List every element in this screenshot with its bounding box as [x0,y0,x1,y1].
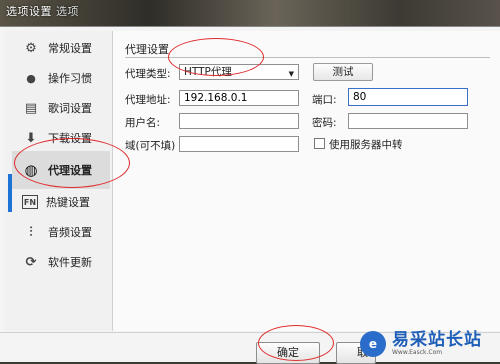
proxy-settings-panel: 代理设置 代理类型: HTTP代理 ▼ 测试 代理地址: 端口: 用户名: 密码… [113,31,500,331]
port-input[interactable] [348,88,468,106]
watermark-text: 易采站长站 [392,330,482,350]
sidebar-item-label: 常规设置 [48,42,92,55]
sidebar-item-lyrics[interactable]: ▤ 歌词设置 [12,95,110,121]
domain-input[interactable] [179,136,299,152]
globe-icon: ◍ [24,161,38,179]
equalizer-icon: ⫶ [29,224,33,240]
window-title-text: 选项设置 [6,5,52,18]
sidebar-item-habits[interactable]: ● 操作习惯 [12,65,110,91]
proxy-type-label: 代理类型: [125,68,171,80]
watermark-logo: e [360,330,386,357]
watermark-subtext: Www.Easck.Com [392,349,443,356]
username-label: 用户名: [125,117,161,129]
options-dialog: ⚙ 常规设置 ● 操作习惯 ▤ 歌词设置 ⬇ 下载设置 ◍ 代理设置 FN 热键… [0,26,500,364]
window-title: 选项设置 选项 [6,3,79,19]
proxy-type-select[interactable]: HTTP代理 ▼ [179,64,299,80]
sidebar-item-update[interactable]: ⟳ 软件更新 [12,249,110,275]
sidebar-item-hotkey[interactable]: FN 热键设置 [12,189,110,215]
active-indicator [8,174,12,212]
chevron-down-icon: ▼ [288,70,294,78]
password-input[interactable] [348,113,468,129]
proxy-address-label: 代理地址: [125,94,171,106]
sidebar-item-label: 音频设置 [48,226,92,239]
username-input[interactable] [179,113,299,129]
sidebar-item-audio[interactable]: ⫶ 音频设置 [12,219,110,245]
section-title: 代理设置 [125,43,169,56]
sidebar-item-download[interactable]: ⬇ 下载设置 [12,125,110,151]
proxy-type-value: HTTP代理 [184,66,232,78]
use-server-relay-label: 使用服务器中转 [329,139,403,151]
test-button[interactable]: 测试 [313,63,373,81]
use-server-relay-checkbox[interactable] [314,138,325,149]
sidebar-item-label: 软件更新 [48,256,92,269]
sidebar-item-label: 操作习惯 [48,72,92,85]
port-label: 端口: [312,94,337,106]
proxy-address-input[interactable] [179,90,299,106]
gear-icon: ⚙ [25,40,37,56]
sidebar: ⚙ 常规设置 ● 操作习惯 ▤ 歌词设置 ⬇ 下载设置 ◍ 代理设置 FN 热键… [4,31,112,331]
sidebar-item-label: 热键设置 [46,196,90,209]
sidebar-item-proxy[interactable]: ◍ 代理设置 [12,151,110,189]
section-divider [125,57,490,58]
sidebar-item-label: 下载设置 [48,132,92,145]
domain-label: 域(可不填) [125,140,176,152]
watermark: e 易采站长站 Www.Easck.Com [360,326,500,361]
window-subtitle: 选项 [56,5,79,18]
sidebar-item-label: 代理设置 [48,164,92,177]
download-icon: ⬇ [25,130,37,146]
user-icon: ● [26,71,36,85]
update-icon: ⟳ [25,254,37,270]
sidebar-item-label: 歌词设置 [48,102,92,115]
password-label: 密码: [312,117,337,129]
sidebar-item-general[interactable]: ⚙ 常规设置 [12,35,110,61]
hotkey-icon: FN [22,195,38,209]
lyrics-icon: ▤ [24,100,38,116]
